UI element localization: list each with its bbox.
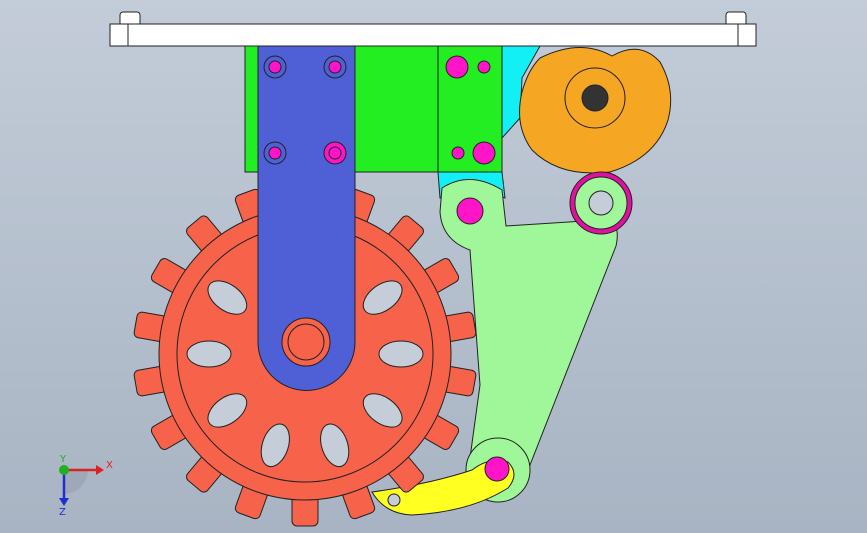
link-bolt-inner — [268, 60, 282, 74]
sprocket-window — [378, 340, 424, 368]
bracket-hole — [445, 55, 469, 79]
roller[interactable] — [569, 171, 633, 235]
pawl-pivot-hole — [484, 456, 510, 482]
pawl-hole — [387, 493, 401, 507]
cad-viewport[interactable]: X Z Y — [0, 0, 867, 533]
z-axis-label: Z — [59, 507, 66, 516]
blue-link[interactable] — [257, 45, 356, 391]
top-plate[interactable] — [109, 11, 757, 47]
x-axis-label: X — [106, 460, 113, 471]
cam-shaft — [581, 84, 609, 112]
mechanism-assembly[interactable] — [0, 0, 867, 533]
bracket-left-block — [244, 45, 260, 173]
x-axis-arrow — [96, 465, 104, 475]
bracket-hole — [451, 146, 465, 160]
orange-cam[interactable] — [519, 47, 672, 174]
link-bolt-inner — [328, 60, 342, 74]
y-axis-label: Y — [59, 454, 67, 465]
orientation-triad[interactable]: X Z Y — [48, 452, 118, 516]
plate-body — [109, 23, 757, 47]
link-hub-inner — [287, 323, 325, 361]
z-axis-arrow — [59, 498, 69, 506]
roller-bore — [588, 190, 614, 216]
bracket-hole — [472, 141, 496, 165]
triad-shadow — [64, 470, 88, 494]
sprocket-window — [186, 340, 232, 368]
bracket-hole — [477, 60, 491, 74]
link-bolt-inner — [268, 146, 282, 160]
link-bolt-inner — [328, 146, 342, 160]
lever-pivot-hole — [456, 197, 484, 225]
y-axis-dot — [59, 465, 69, 475]
